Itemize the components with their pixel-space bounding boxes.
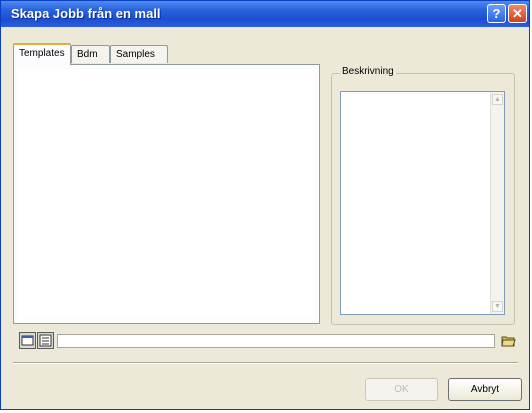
scroll-up-arrow-icon[interactable]: ▲ [492,94,503,105]
dialog-title: Skapa Jobb från en mall [11,6,161,21]
templates-panel [13,64,320,324]
template-list[interactable] [18,69,315,319]
tab-bdm[interactable]: Bdm [71,45,110,63]
description-scrollbar[interactable]: ▲ ▼ [490,92,504,314]
tab-samples[interactable]: Samples [110,45,168,63]
footer-separator [13,362,518,364]
help-button[interactable]: ? [487,4,506,23]
ok-button[interactable]: OK [365,378,438,401]
large-icons-view-icon [21,335,34,346]
path-field[interactable] [57,334,495,348]
cancel-button[interactable]: Avbryt [448,378,522,401]
scroll-down-arrow-icon[interactable]: ▼ [492,301,503,312]
title-bar[interactable]: Skapa Jobb från en mall ? ✕ [1,1,529,27]
folder-icon [501,336,516,347]
large-icons-view-button[interactable] [19,332,36,349]
details-view-icon [39,334,52,347]
browse-folder-button[interactable] [501,333,516,348]
close-button[interactable]: ✕ [508,4,527,23]
description-textarea[interactable]: ▲ ▼ [340,91,505,315]
dialog-window: Skapa Jobb från en mall ? ✕ Templates Bd… [0,0,530,410]
description-group: Beskrivning ▲ ▼ [331,66,515,325]
details-view-button[interactable] [37,332,54,349]
description-legend: Beskrivning [340,66,396,77]
tab-templates[interactable]: Templates [13,43,71,65]
view-toolbar [16,329,516,353]
